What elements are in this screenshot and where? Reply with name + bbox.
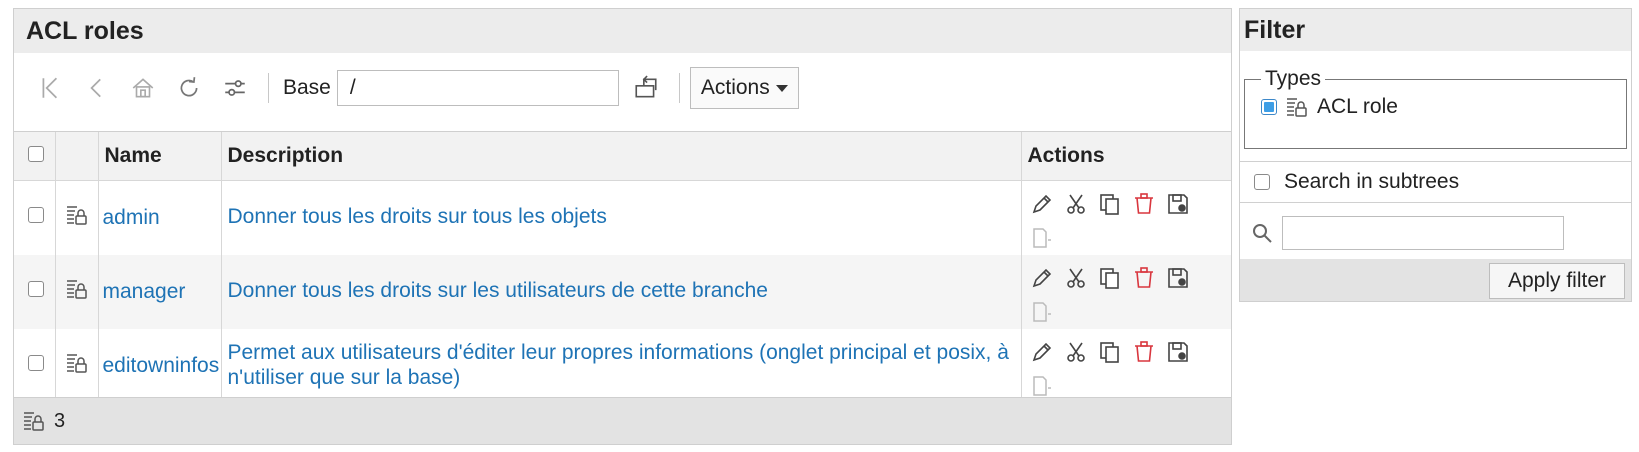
delete-icon[interactable] — [1132, 335, 1166, 369]
row-actions — [1022, 329, 1212, 403]
filter-title: Filter — [1240, 9, 1631, 51]
edit-icon[interactable] — [1030, 261, 1064, 295]
acl-role-icon — [65, 203, 89, 227]
apply-filter-button[interactable]: Apply filter — [1488, 263, 1625, 299]
settings-sliders-icon[interactable] — [222, 75, 248, 101]
toolbar-separator — [678, 73, 680, 103]
type-option-acl-role[interactable]: ACL role — [1261, 95, 1626, 119]
table-row[interactable]: editowninfos Permet aux utilisateurs d'é… — [14, 328, 1231, 403]
save-icon[interactable] — [1166, 261, 1200, 295]
column-header-actions: Actions — [1027, 143, 1105, 167]
role-name-link[interactable]: manager — [103, 280, 186, 303]
acl-role-icon — [65, 351, 89, 375]
actions-menu-label: Actions — [700, 76, 770, 99]
column-header-description[interactable]: Description — [221, 132, 1022, 180]
page-title: ACL roles — [14, 9, 1231, 53]
acl-roles-panel: ACL roles Base Actions — [13, 8, 1232, 445]
actions-menu-button[interactable]: Actions — [689, 67, 799, 109]
edit-icon[interactable] — [1030, 335, 1064, 369]
select-base-icon[interactable] — [633, 75, 659, 101]
role-description-link[interactable]: Permet aux utilisateurs d'éditer leur pr… — [228, 341, 1009, 389]
home-icon[interactable] — [130, 75, 156, 101]
toolbar-separator — [268, 73, 269, 103]
copy-icon[interactable] — [1098, 261, 1132, 295]
cut-icon[interactable] — [1064, 335, 1098, 369]
copy-icon[interactable] — [1098, 335, 1132, 369]
search-subtrees-label: Search in subtrees — [1284, 170, 1460, 193]
refresh-icon[interactable] — [176, 75, 202, 101]
filter-panel: Filter Types ACL role Search in subtrees… — [1239, 8, 1632, 302]
table-row[interactable]: admin Donner tous les droits sur tous le… — [14, 180, 1231, 255]
row-actions — [1022, 255, 1212, 329]
acl-role-icon — [1285, 95, 1309, 119]
delete-icon[interactable] — [1132, 187, 1166, 221]
icon-column-header — [55, 132, 99, 180]
delete-icon[interactable] — [1132, 261, 1166, 295]
edit-icon[interactable] — [1030, 187, 1064, 221]
filter-search-row — [1240, 207, 1631, 259]
base-label: Base — [283, 76, 331, 99]
search-subtrees-option[interactable]: Search in subtrees — [1240, 161, 1631, 203]
back-icon[interactable] — [84, 75, 110, 101]
toolbar: Base Actions — [14, 53, 1231, 123]
select-all-checkbox[interactable] — [28, 145, 44, 162]
role-description-link[interactable]: Donner tous les droits sur tous les obje… — [228, 205, 607, 228]
search-subtrees-checkbox[interactable] — [1254, 174, 1270, 190]
copy-icon[interactable] — [1098, 187, 1132, 221]
row-checkbox[interactable] — [28, 355, 44, 371]
table-header-row: Name Description Actions — [14, 132, 1231, 180]
role-description-link[interactable]: Donner tous les droits sur les utilisate… — [228, 279, 768, 302]
row-checkbox[interactable] — [28, 207, 44, 223]
first-page-icon[interactable] — [38, 75, 64, 101]
role-name-link[interactable]: admin — [103, 206, 160, 229]
role-name-link[interactable]: editowninfos — [103, 354, 220, 377]
paste-icon[interactable] — [1030, 221, 1064, 255]
cut-icon[interactable] — [1064, 261, 1098, 295]
base-input[interactable] — [336, 70, 619, 106]
caret-down-icon — [775, 84, 788, 92]
acl-role-type-label: ACL role — [1317, 95, 1398, 118]
row-actions — [1022, 181, 1212, 255]
types-fieldset: Types ACL role — [1244, 67, 1627, 149]
row-count: 3 — [54, 409, 66, 432]
save-icon[interactable] — [1166, 335, 1200, 369]
table-footer: 3 — [14, 397, 1231, 444]
search-icon — [1253, 224, 1272, 243]
save-icon[interactable] — [1166, 187, 1200, 221]
column-header-name[interactable]: Name — [98, 132, 222, 180]
acl-role-type-checkbox[interactable] — [1261, 99, 1277, 115]
acl-role-icon — [65, 277, 89, 301]
row-checkbox[interactable] — [28, 281, 44, 297]
paste-icon[interactable] — [1030, 295, 1064, 329]
filter-actions-bar: Apply filter — [1240, 259, 1631, 301]
cut-icon[interactable] — [1064, 187, 1098, 221]
acl-role-icon — [22, 409, 46, 433]
filter-search-input[interactable] — [1282, 216, 1564, 250]
types-legend: Types — [1265, 67, 1322, 90]
select-all-cell[interactable] — [14, 132, 56, 180]
table-row[interactable]: manager Donner tous les droits sur les u… — [14, 254, 1231, 329]
